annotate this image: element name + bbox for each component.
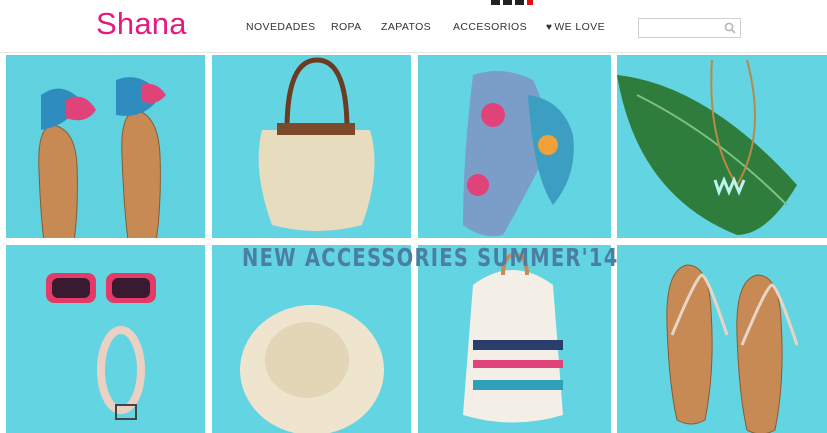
sandals-image xyxy=(6,55,205,238)
nav-ropa[interactable]: ROPA xyxy=(331,21,362,33)
tile-hat[interactable] xyxy=(212,245,411,433)
thong-sandals-image xyxy=(617,245,827,433)
tile-necklace[interactable] xyxy=(617,55,827,238)
tile-handbag[interactable] xyxy=(212,55,411,238)
tile-sunglasses[interactable] xyxy=(6,245,205,433)
tile-backpack[interactable] xyxy=(418,245,611,433)
nav-novedades[interactable]: NOVEDADES xyxy=(246,21,316,33)
nav-we-love-label: WE LOVE xyxy=(554,21,605,33)
twitter-icon[interactable] xyxy=(503,0,512,5)
shana-logo[interactable]: Shana xyxy=(96,6,187,42)
scarf-image xyxy=(418,55,611,238)
nav-zapatos[interactable]: ZAPATOS xyxy=(381,21,431,33)
social-links xyxy=(491,0,533,6)
tile-thong-sandals[interactable] xyxy=(617,245,827,433)
straw-hat-image xyxy=(212,245,411,433)
handbag-image xyxy=(212,55,411,238)
backpack-image xyxy=(418,245,611,433)
sunglasses-belt-image xyxy=(6,245,205,433)
pinterest-icon[interactable] xyxy=(515,0,524,5)
tile-scarf[interactable] xyxy=(418,55,611,238)
promo-banner-text: NEW ACCESSORIES SUMMER'14 xyxy=(242,243,619,272)
search-input[interactable] xyxy=(643,20,727,39)
search-box xyxy=(638,18,741,39)
facebook-icon[interactable] xyxy=(491,0,500,5)
nav-accesorios[interactable]: ACCESORIOS xyxy=(453,21,527,33)
search-icon[interactable] xyxy=(724,22,736,34)
youtube-icon[interactable] xyxy=(527,0,533,5)
heart-icon: ♥ xyxy=(546,22,553,33)
site-header: Shana NOVEDADES ROPA ZAPATOS ACCESORIOS … xyxy=(0,0,827,53)
necklace-image xyxy=(617,55,827,238)
tile-sandals[interactable] xyxy=(6,55,205,238)
nav-we-love[interactable]: ♥ WE LOVE xyxy=(546,21,605,33)
